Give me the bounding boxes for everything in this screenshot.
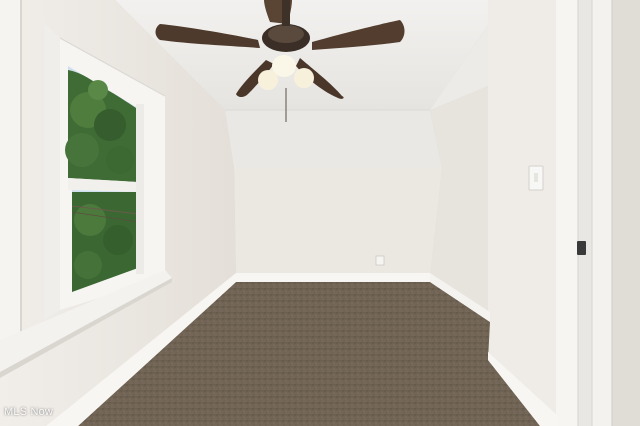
watermark-text: MLS Now [4,406,54,418]
door-frame [556,0,578,426]
room-photo: MLS Now [0,0,640,426]
door-hinge [577,241,586,255]
room-illustration [0,0,640,426]
wall-outlet [375,255,385,266]
light-switch [528,165,544,191]
back-wall [234,168,442,278]
